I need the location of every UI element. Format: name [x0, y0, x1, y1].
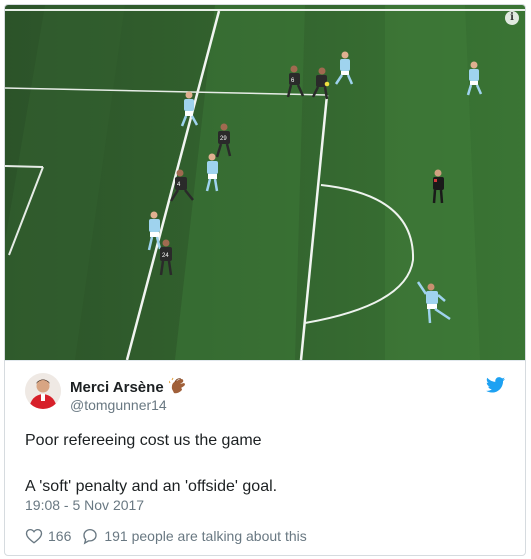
svg-text:24: 24: [162, 253, 169, 259]
info-icon[interactable]: i: [505, 11, 519, 25]
like-action[interactable]: 166: [25, 527, 71, 545]
like-count: 166: [48, 528, 72, 544]
conversation-count-text[interactable]: 191 people are talking about this: [104, 528, 306, 544]
author-handle[interactable]: @tomgunner14: [70, 397, 167, 413]
tweet-actions: 166 191 people are talking about this: [25, 526, 317, 546]
svg-text:29: 29: [220, 136, 227, 142]
reply-action[interactable]: 191 people are talking about this: [81, 527, 307, 545]
heart-icon[interactable]: [25, 527, 43, 545]
tweet-text: Poor refereeing cost us the game A 'soft…: [25, 431, 505, 497]
tweet-media-image[interactable]: 6 29 4 24 i: [5, 5, 525, 360]
author-name[interactable]: Merci Arsène: [70, 377, 187, 399]
avatar[interactable]: [25, 373, 61, 409]
divider: [5, 360, 525, 361]
tweet-header: Merci Arsène @tomgunner14: [25, 373, 505, 417]
tweet-card[interactable]: 6 29 4 24 i Merci Arsène @tomgunner14 Po…: [4, 4, 526, 556]
tweet-text-line: Poor refereeing cost us the game: [25, 432, 262, 449]
author-name-text[interactable]: Merci Arsène: [70, 379, 164, 396]
twitter-bird-icon[interactable]: [486, 377, 505, 393]
tweet-timestamp[interactable]: 19:08 - 5 Nov 2017: [25, 497, 144, 513]
speech-bubble-icon[interactable]: [81, 527, 99, 545]
tweet-text-line: A 'soft' penalty and an 'offside' goal.: [25, 478, 278, 495]
football-pitch-scene: 6 29 4 24: [5, 5, 525, 360]
clapping-hands-icon: [168, 377, 187, 399]
